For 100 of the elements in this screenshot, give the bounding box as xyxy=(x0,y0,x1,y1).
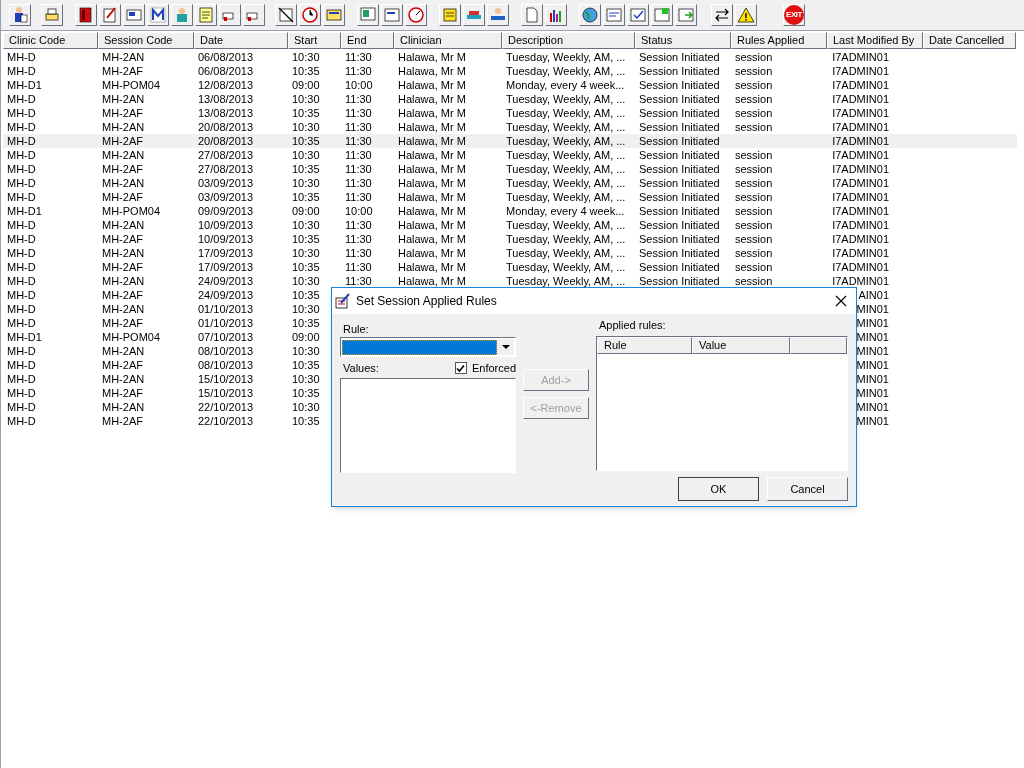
table-cell: MH-D xyxy=(7,107,36,119)
table-cell: Halawa, Mr M xyxy=(398,219,466,231)
table-cell: 24/09/2013 xyxy=(198,275,254,287)
table-cell: Halawa, Mr M xyxy=(398,51,466,63)
table-cell: 11:30 xyxy=(345,275,372,287)
table-cell: 11:30 xyxy=(345,93,372,105)
table-cell: 11:30 xyxy=(345,261,372,273)
table-cell: MH-D xyxy=(7,65,36,77)
table-cell: MH-D xyxy=(7,51,36,63)
table-cell: MH-2AN xyxy=(102,93,145,105)
table-cell: Session Initiated xyxy=(639,149,720,161)
table-cell: session xyxy=(735,121,773,133)
table-cell: MH-D xyxy=(7,191,36,203)
table-cell: 12/08/2013 xyxy=(198,79,254,91)
table-cell: 11:30 xyxy=(345,247,372,259)
table-cell: Halawa, Mr M xyxy=(398,177,466,189)
table-cell: MH-2AF xyxy=(102,317,143,329)
table-cell: Session Initiated xyxy=(639,233,720,245)
table-cell: 10:30 xyxy=(292,219,320,231)
table-cell: 06/08/2013 xyxy=(198,65,254,77)
table-cell: 10:30 xyxy=(292,121,320,133)
table-cell: session xyxy=(735,149,773,161)
table-cell: MH-2AF xyxy=(102,65,143,77)
table-cell: MH-D xyxy=(7,219,36,231)
table-cell: 15/10/2013 xyxy=(198,387,254,399)
table-cell: I7ADMIN01 xyxy=(832,233,889,245)
table-cell: Tuesday, Weekly, AM, ... xyxy=(506,135,626,147)
table-cell: MH-2AN xyxy=(102,373,145,385)
table-cell: Session Initiated xyxy=(639,247,720,259)
table-cell: session xyxy=(735,107,773,119)
table-cell: MH-D xyxy=(7,93,36,105)
table-cell: Tuesday, Weekly, AM, ... xyxy=(506,107,626,119)
table-cell: MIN01 xyxy=(856,401,889,413)
table-cell: MH-D xyxy=(7,303,36,315)
table-cell: 09:00 xyxy=(292,331,320,343)
table-cell: Session Initiated xyxy=(639,191,720,203)
table-cell: session xyxy=(735,51,773,63)
table-cell: MH-2AN xyxy=(102,149,145,161)
table-cell: MIN01 xyxy=(856,345,889,357)
table-cell: MH-D xyxy=(7,163,36,175)
table-cell: MH-2AN xyxy=(102,219,145,231)
table-cell: I7ADMIN01 xyxy=(832,93,889,105)
table-cell: MH-D xyxy=(7,121,36,133)
table-cell: I7ADMIN01 xyxy=(832,51,889,63)
table-cell: MH-2AF xyxy=(102,289,143,301)
table-cell: 01/10/2013 xyxy=(198,317,254,329)
table-cell: session xyxy=(735,79,773,91)
table-cell: Halawa, Mr M xyxy=(398,135,466,147)
table-cell: MH-D xyxy=(7,289,36,301)
table-cell: MH-D1 xyxy=(7,331,42,343)
table-cell: Halawa, Mr M xyxy=(398,233,466,245)
table-cell: MH-D1 xyxy=(7,79,42,91)
table-cell: 10:35 xyxy=(292,415,320,427)
table-cell: 11:30 xyxy=(345,149,372,161)
table-cell: MIN01 xyxy=(856,317,889,329)
table-cell: Tuesday, Weekly, AM, ... xyxy=(506,65,626,77)
table-cell: 11:30 xyxy=(345,177,372,189)
table-cell: MH-2AF xyxy=(102,107,143,119)
table-cell: MH-2AF xyxy=(102,359,143,371)
table-cell: MH-D xyxy=(7,401,36,413)
table-cell: MIN01 xyxy=(856,331,889,343)
table-cell: 10:30 xyxy=(292,149,320,161)
table-cell: MH-2AF xyxy=(102,135,143,147)
table-cell: 10:30 xyxy=(292,373,320,385)
table-cell: 08/10/2013 xyxy=(198,345,254,357)
table-cell: I7ADMIN01 xyxy=(832,205,889,217)
table-cell: Halawa, Mr M xyxy=(398,93,466,105)
table-cell: Tuesday, Weekly, AM, ... xyxy=(506,219,626,231)
table-cell: session xyxy=(735,65,773,77)
table-cell: 20/08/2013 xyxy=(198,135,254,147)
table-cell: Halawa, Mr M xyxy=(398,149,466,161)
table-cell: 11:30 xyxy=(345,65,372,77)
table-cell: 11:30 xyxy=(345,107,372,119)
table-cell: 10:35 xyxy=(292,135,320,147)
table-cell: MIN01 xyxy=(856,359,889,371)
table-cell: 11:30 xyxy=(345,51,372,63)
table-cell: Session Initiated xyxy=(639,51,720,63)
table-cell: session xyxy=(735,275,773,287)
table-cell: MH-D xyxy=(7,415,36,427)
table-cell: 10:30 xyxy=(292,345,320,357)
table-cell: 22/10/2013 xyxy=(198,415,254,427)
table-cell: session xyxy=(735,219,773,231)
table-cell: 10:00 xyxy=(345,79,373,91)
table-cell: 10/09/2013 xyxy=(198,219,254,231)
table-cell: 10:35 xyxy=(292,387,320,399)
table-cell: 10:35 xyxy=(292,289,320,301)
table-cell: session xyxy=(735,163,773,175)
table-cell: Session Initiated xyxy=(639,261,720,273)
table-cell: MH-D xyxy=(7,275,36,287)
table-cell: I7ADMIN01 xyxy=(832,79,889,91)
table-cell: MH-D xyxy=(7,387,36,399)
table-cell: Halawa, Mr M xyxy=(398,247,466,259)
table-cell: MH-2AN xyxy=(102,121,145,133)
table-cell: MH-D xyxy=(7,177,36,189)
table-cell: Halawa, Mr M xyxy=(398,275,466,287)
table-cell: 10:30 xyxy=(292,177,320,189)
table-cell: Tuesday, Weekly, AM, ... xyxy=(506,261,626,273)
table-cell: 11:30 xyxy=(345,135,372,147)
table-cell: MH-2AN xyxy=(102,401,145,413)
table-cell: MH-2AF xyxy=(102,191,143,203)
